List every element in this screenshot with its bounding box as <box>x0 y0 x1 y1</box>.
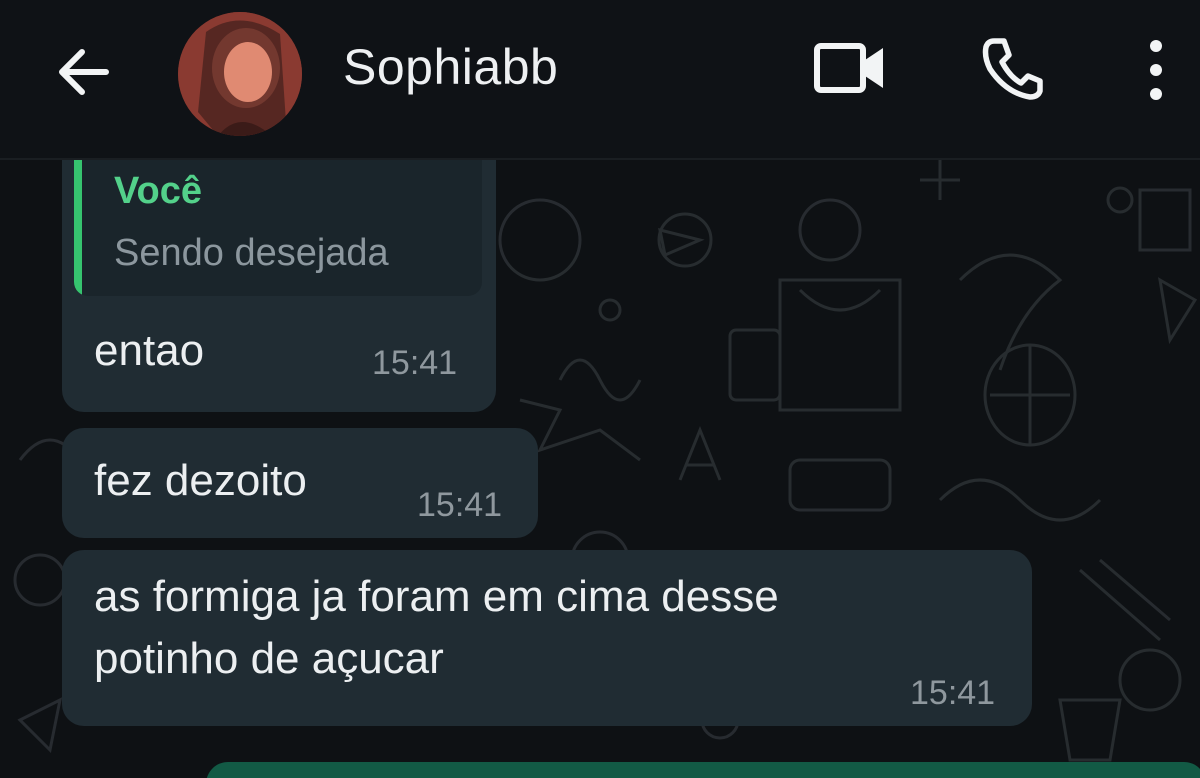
message-text-line: as formiga ja foram em cima desse <box>94 572 779 621</box>
quote-text: Sendo desejada <box>114 232 389 274</box>
quoted-message[interactable]: Você Sendo desejada <box>74 160 482 296</box>
chat-header: Sophiabb <box>0 0 1200 160</box>
message-text: entao <box>94 326 205 375</box>
message-time: 15:41 <box>372 344 458 382</box>
message-time: 15:41 <box>910 674 996 712</box>
avatar-photo <box>178 12 302 136</box>
phone-icon <box>982 38 1043 100</box>
message-text-line: potinho de açucar <box>94 634 444 683</box>
back-button[interactable] <box>48 36 120 108</box>
video-call-button[interactable] <box>808 32 892 104</box>
video-camera-icon <box>814 43 883 93</box>
message-bubble[interactable]: Você Sendo desejada entao 15:41 <box>62 160 496 412</box>
vertical-dots-icon <box>1150 40 1162 100</box>
message-time: 15:41 <box>417 486 503 524</box>
contact-name[interactable]: Sophiabb <box>343 38 558 96</box>
more-options-button[interactable] <box>1132 32 1180 108</box>
chat-area[interactable]: Você Sendo desejada entao 15:41 fez dezo… <box>0 160 1200 778</box>
quote-accent-bar <box>74 160 82 296</box>
message-bubble[interactable]: fez dezoito 15:41 <box>62 428 538 538</box>
arrow-left-icon <box>59 49 109 95</box>
voice-call-button[interactable] <box>970 28 1054 108</box>
message-text: fez dezoito <box>94 456 307 505</box>
contact-avatar[interactable] <box>178 12 302 136</box>
outgoing-message-bubble[interactable] <box>206 762 1200 778</box>
message-bubble[interactable]: as formiga ja foram em cima desse potinh… <box>62 550 1032 726</box>
quote-author: Você <box>114 170 203 212</box>
